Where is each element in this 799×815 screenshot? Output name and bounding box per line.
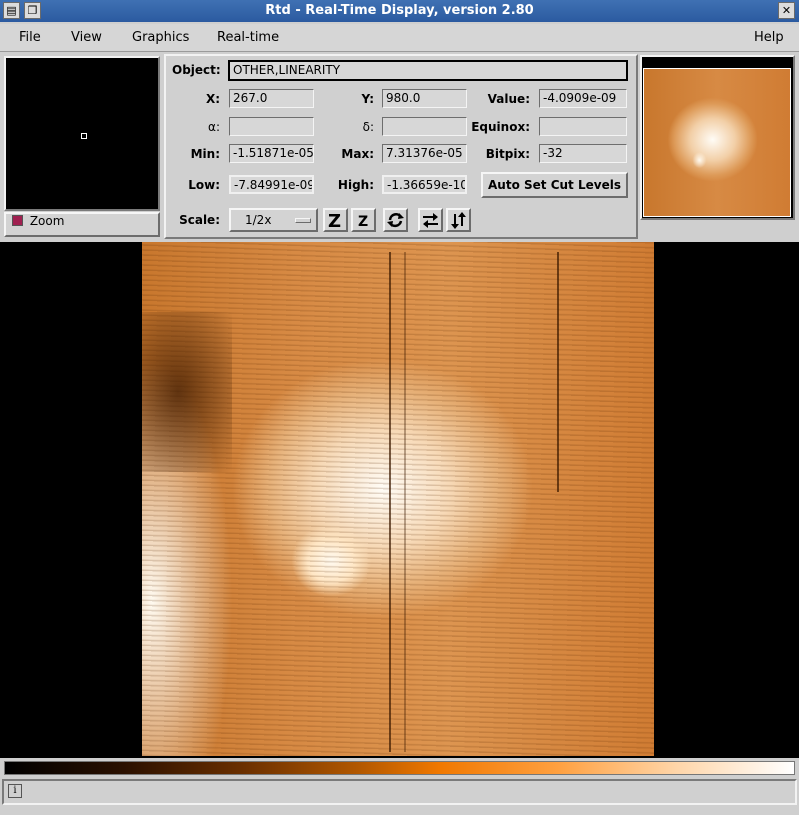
auto-set-cut-levels-button[interactable]: Auto Set Cut Levels [481, 172, 628, 198]
equinox-field[interactable] [539, 117, 627, 136]
zoom-view[interactable] [4, 56, 160, 211]
zoom-checkbox[interactable] [12, 215, 23, 226]
rotate-button[interactable] [383, 208, 408, 232]
max-field[interactable]: 7.31376e-05 [382, 144, 467, 163]
menu-file[interactable]: File [19, 30, 41, 45]
zoom-out-button[interactable]: Z [351, 208, 376, 232]
image-bad-column [557, 252, 559, 492]
y-label: Y: [361, 92, 374, 106]
zoom-toggle[interactable]: Zoom [4, 212, 160, 237]
value-field[interactable]: -4.0909e-09 [539, 89, 627, 108]
image-bad-column [389, 252, 391, 752]
equinox-label: Equinox: [471, 120, 530, 134]
flip-x-button[interactable] [418, 208, 443, 232]
bitpix-field[interactable]: -32 [539, 144, 627, 163]
low-field[interactable]: -7.84991e-09 [229, 175, 314, 194]
panner-view-box[interactable] [643, 68, 791, 217]
zoom-out-icon: Z [358, 214, 368, 230]
menu-bar: File View Graphics Real-time Help [0, 24, 799, 52]
zoom-cursor-marker [81, 133, 87, 139]
image-canvas[interactable] [0, 242, 799, 758]
delta-label: δ: [362, 120, 374, 134]
object-field[interactable]: OTHER,LINEARITY [228, 60, 628, 81]
min-label: Min: [190, 147, 220, 161]
close-icon[interactable]: ✕ [778, 2, 795, 19]
svg-text:Z: Z [328, 211, 341, 230]
menu-realtime[interactable]: Real-time [217, 30, 279, 45]
image-bad-column [404, 252, 406, 752]
low-label: Low: [188, 178, 220, 192]
menu-graphics[interactable]: Graphics [132, 30, 189, 45]
status-bar: i [2, 779, 797, 805]
flip-x-icon [423, 213, 438, 228]
scale-value: 1/2x [245, 213, 272, 227]
max-label: Max: [341, 147, 374, 161]
window-title: Rtd - Real-Time Display, version 2.80 [265, 3, 534, 18]
zoom-in-icon: Z [328, 211, 341, 232]
info-icon: i [8, 784, 22, 798]
flip-y-icon [451, 212, 466, 229]
high-field[interactable]: -1.36659e-10 [382, 175, 467, 194]
menu-help[interactable]: Help [754, 30, 784, 45]
value-label: Value: [487, 92, 530, 106]
scale-menu[interactable]: 1/2x [229, 208, 318, 232]
rotate-icon [387, 213, 404, 228]
alpha-label: α: [208, 120, 220, 134]
bitpix-label: Bitpix: [485, 147, 530, 161]
image-dark-region [142, 312, 232, 472]
flip-y-button[interactable] [446, 208, 471, 232]
option-indicator-icon [295, 218, 311, 223]
high-label: High: [337, 178, 374, 192]
menu-view[interactable]: View [71, 30, 102, 45]
delta-field[interactable] [382, 117, 467, 136]
svg-text:Z: Z [358, 214, 368, 230]
y-field[interactable]: 980.0 [382, 89, 467, 108]
panner-view[interactable] [640, 55, 795, 220]
colorbar[interactable] [4, 761, 795, 775]
astronomical-image [142, 242, 654, 756]
scale-label: Scale: [179, 213, 220, 227]
alpha-field[interactable] [229, 117, 314, 136]
zoom-in-button[interactable]: Z [323, 208, 348, 232]
x-field[interactable]: 267.0 [229, 89, 314, 108]
zoom-label: Zoom [29, 214, 65, 228]
object-label: Object: [172, 63, 221, 77]
title-bar: ▤ ❐ Rtd - Real-Time Display, version 2.8… [0, 0, 799, 22]
x-label: X: [205, 92, 220, 106]
min-field[interactable]: -1.51871e-05 [229, 144, 314, 163]
